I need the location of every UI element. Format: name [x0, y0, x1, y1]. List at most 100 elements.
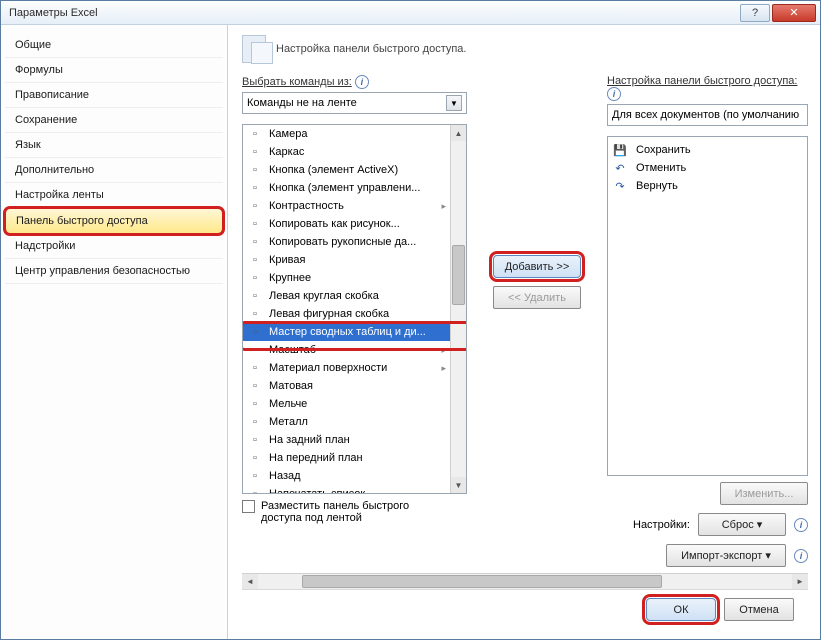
list-item[interactable]: ▫ Кривая — [243, 251, 450, 269]
list-item[interactable]: ▫Крупнее — [243, 269, 450, 287]
sidebar-item-trust-center[interactable]: Центр управления безопасностью — [5, 259, 223, 284]
chevron-down-icon: ▼ — [446, 95, 462, 111]
list-item-label: Кривая — [269, 254, 305, 266]
sidebar: Общие Формулы Правописание Сохранение Яз… — [1, 25, 228, 639]
vertical-scrollbar[interactable]: ▲ ▼ — [450, 125, 466, 493]
list-item[interactable]: ▫ На передний план — [243, 449, 450, 467]
reset-button[interactable]: Сброс ▾ — [698, 513, 786, 536]
add-button[interactable]: Добавить >> — [493, 255, 581, 278]
command-icon: ▫ — [247, 252, 263, 268]
horizontal-scrollbar[interactable]: ◄ ► — [242, 573, 808, 589]
list-item[interactable]: ▫ Напечатать список — [243, 485, 450, 493]
list-item-label: На задний план — [269, 434, 350, 446]
list-item[interactable]: ▫Контрастность▸ — [243, 197, 450, 215]
list-item[interactable]: ▫Масштаб▸ — [243, 341, 450, 359]
scroll-left-icon[interactable]: ◄ — [242, 574, 258, 589]
dialog-footer: ОК Отмена — [242, 589, 808, 629]
command-icon: ▫ — [247, 486, 263, 493]
scroll-right-icon[interactable]: ► — [792, 574, 808, 589]
remove-button[interactable]: << Удалить — [493, 286, 581, 309]
list-item[interactable]: ▫Мастер сводных таблиц и ди... — [243, 323, 450, 341]
list-item-label: Мельче — [269, 398, 307, 410]
list-item-label: Материал поверхности — [269, 362, 387, 374]
sidebar-item-proofing[interactable]: Правописание — [5, 83, 223, 108]
list-item[interactable]: ▫Металл — [243, 413, 450, 431]
list-item-label: Кнопка (элемент управлени... — [269, 182, 420, 194]
command-icon: ▫ — [247, 396, 263, 412]
commands-listbox[interactable]: ▫Камера▫Каркас▫Кнопка (элемент ActiveX)▫… — [242, 124, 467, 494]
undo-icon: ↶ — [612, 160, 628, 176]
submenu-arrow-icon: ▸ — [441, 345, 446, 356]
sidebar-item-language[interactable]: Язык — [5, 133, 223, 158]
scroll-up-icon[interactable]: ▲ — [451, 125, 466, 141]
scroll-down-icon[interactable]: ▼ — [451, 477, 466, 493]
list-item[interactable]: ▫Копировать как рисунок... — [243, 215, 450, 233]
list-item-label: Копировать рукописные да... — [269, 236, 416, 248]
sidebar-item-general[interactable]: Общие — [5, 33, 223, 58]
sidebar-item-customize-ribbon[interactable]: Настройка ленты — [5, 183, 223, 208]
info-icon[interactable]: i — [794, 518, 808, 532]
list-item[interactable]: ▫Каркас — [243, 143, 450, 161]
list-item[interactable]: ▫ Кнопка (элемент управлени... — [243, 179, 450, 197]
qat-scope-value: Для всех документов (по умолчанию — [612, 109, 799, 121]
qat-listbox[interactable]: 💾Сохранить↶ Отменить ↷Вернуть — [607, 136, 808, 476]
list-item-label: Напечатать список — [269, 488, 365, 493]
command-icon: ▫ — [247, 234, 263, 250]
list-item-label: Кнопка (элемент ActiveX) — [269, 164, 398, 176]
window-title: Параметры Excel — [9, 7, 98, 19]
choose-commands-dropdown[interactable]: Команды не на ленте ▼ — [242, 92, 467, 114]
list-item-label: Камера — [269, 128, 307, 140]
modify-button[interactable]: Изменить... — [720, 482, 808, 505]
qat-item[interactable]: ↷Вернуть — [612, 177, 803, 195]
list-item-label: Мастер сводных таблиц и ди... — [269, 326, 426, 338]
list-item[interactable]: ▫Левая круглая скобка — [243, 287, 450, 305]
scroll-thumb[interactable] — [302, 575, 662, 588]
command-icon: ▫ — [247, 198, 263, 214]
qat-header-label: Настройка панели быстрого доступа. — [276, 43, 466, 55]
sidebar-item-save[interactable]: Сохранение — [5, 108, 223, 133]
titlebar: Параметры Excel ? ✕ — [1, 1, 820, 25]
list-item[interactable]: ▫ Кнопка (элемент ActiveX) — [243, 161, 450, 179]
command-icon: ▫ — [247, 342, 263, 358]
sidebar-item-formulas[interactable]: Формулы — [5, 58, 223, 83]
info-icon[interactable]: i — [794, 549, 808, 563]
list-item[interactable]: ▫ Камера — [243, 125, 450, 143]
info-icon[interactable]: i — [607, 87, 621, 101]
cancel-button[interactable]: Отмена — [724, 598, 794, 621]
qat-column: Настройка панели быстрого доступа: i Для… — [607, 75, 808, 567]
command-icon: ▫ — [247, 360, 263, 376]
command-icon: ▫ — [247, 126, 263, 142]
list-item[interactable]: ▫ Мельче — [243, 395, 450, 413]
list-item[interactable]: ▫Назад — [243, 467, 450, 485]
close-button[interactable]: ✕ — [772, 4, 816, 22]
sidebar-item-addins[interactable]: Надстройки — [5, 234, 223, 259]
info-icon[interactable]: i — [355, 75, 369, 89]
command-icon: ▫ — [247, 162, 263, 178]
qat-item-label: Отменить — [636, 162, 686, 174]
qat-item[interactable]: 💾Сохранить — [612, 141, 803, 159]
list-item[interactable]: ▫Матовая — [243, 377, 450, 395]
ok-button[interactable]: ОК — [646, 598, 716, 621]
submenu-arrow-icon: ▸ — [441, 363, 446, 374]
qat-scope-dropdown[interactable]: Для всех документов (по умолчанию — [607, 104, 808, 126]
list-item[interactable]: ▫ Копировать рукописные да... — [243, 233, 450, 251]
choose-commands-label: Выбрать команды из: i — [242, 75, 467, 89]
help-button[interactable]: ? — [740, 4, 770, 22]
qat-item[interactable]: ↶ Отменить — [612, 159, 803, 177]
command-icon: ▫ — [247, 216, 263, 232]
scroll-thumb[interactable] — [452, 245, 465, 305]
command-icon: ▫ — [247, 180, 263, 196]
command-icon: ▫ — [247, 450, 263, 466]
command-icon: ▫ — [247, 414, 263, 430]
list-item-label: Матовая — [269, 380, 313, 392]
qat-header-icon — [242, 35, 266, 63]
sidebar-item-quick-access-toolbar[interactable]: Панель быстрого доступа — [5, 208, 223, 234]
sidebar-item-advanced[interactable]: Дополнительно — [5, 158, 223, 183]
list-item[interactable]: ▫ Материал поверхности ▸ — [243, 359, 450, 377]
below-ribbon-checkbox[interactable] — [242, 500, 255, 513]
list-item[interactable]: ▫Левая фигурная скобка — [243, 305, 450, 323]
import-export-button[interactable]: Импорт-экспорт ▾ — [666, 544, 786, 567]
list-item-label: На передний план — [269, 452, 363, 464]
list-item[interactable]: ▫На задний план — [243, 431, 450, 449]
list-item-label: Крупнее — [269, 272, 311, 284]
